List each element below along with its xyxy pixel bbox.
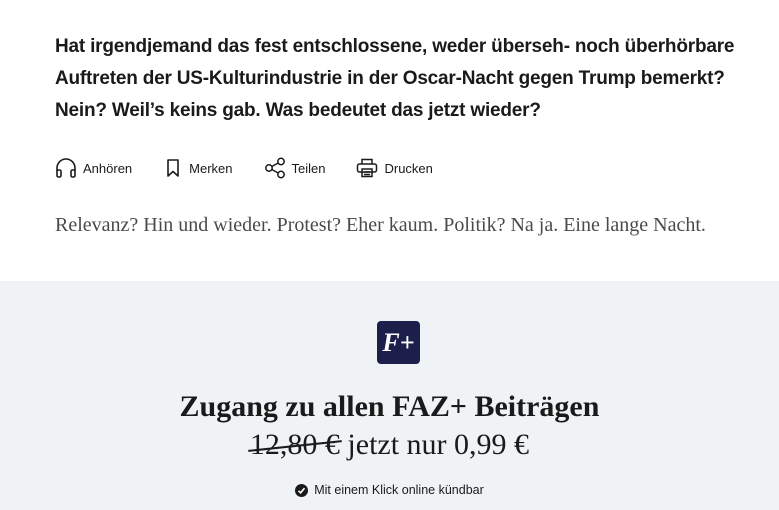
new-price-text: jetzt nur 0,99 € bbox=[347, 428, 530, 461]
logo-text: F+ bbox=[381, 328, 414, 357]
faz-plus-logo: F+ bbox=[377, 321, 420, 364]
share-button[interactable]: Teilen bbox=[264, 155, 326, 181]
text-fade-overlay bbox=[0, 230, 779, 281]
article-actions-bar: Anhören Merken Teilen Drucken bbox=[55, 155, 464, 181]
price-offer: 12,80 € jetzt nur 0,99 € bbox=[0, 426, 779, 464]
share-label: Teilen bbox=[291, 160, 326, 176]
headphones-icon bbox=[55, 158, 77, 178]
listen-button[interactable]: Anhören bbox=[55, 155, 132, 181]
article-lead: Hat irgendjemand das fest entschlossene,… bbox=[55, 36, 735, 121]
article-section: Hat irgendjemand das fest entschlossene,… bbox=[0, 0, 779, 281]
print-button[interactable]: Drucken bbox=[356, 155, 433, 181]
bookmark-label: Merken bbox=[189, 160, 233, 176]
bookmark-icon bbox=[163, 158, 183, 178]
listen-label: Anhören bbox=[83, 160, 133, 176]
paywall-panel: F+ Zugang zu allen FAZ+ Beiträgen 12,80 … bbox=[0, 281, 779, 510]
printer-icon bbox=[356, 158, 378, 178]
old-price: 12,80 € bbox=[250, 426, 340, 464]
print-label: Drucken bbox=[384, 160, 433, 176]
benefit-label: Mit einem Klick online kündbar bbox=[314, 483, 484, 497]
check-circle-icon bbox=[295, 483, 309, 497]
share-icon bbox=[264, 157, 286, 179]
paywall-headline: Zugang zu allen FAZ+ Beiträgen bbox=[179, 390, 600, 423]
bookmark-button[interactable]: Merken bbox=[163, 155, 233, 181]
benefit-item: Mit einem Klick online kündbar bbox=[0, 483, 779, 497]
